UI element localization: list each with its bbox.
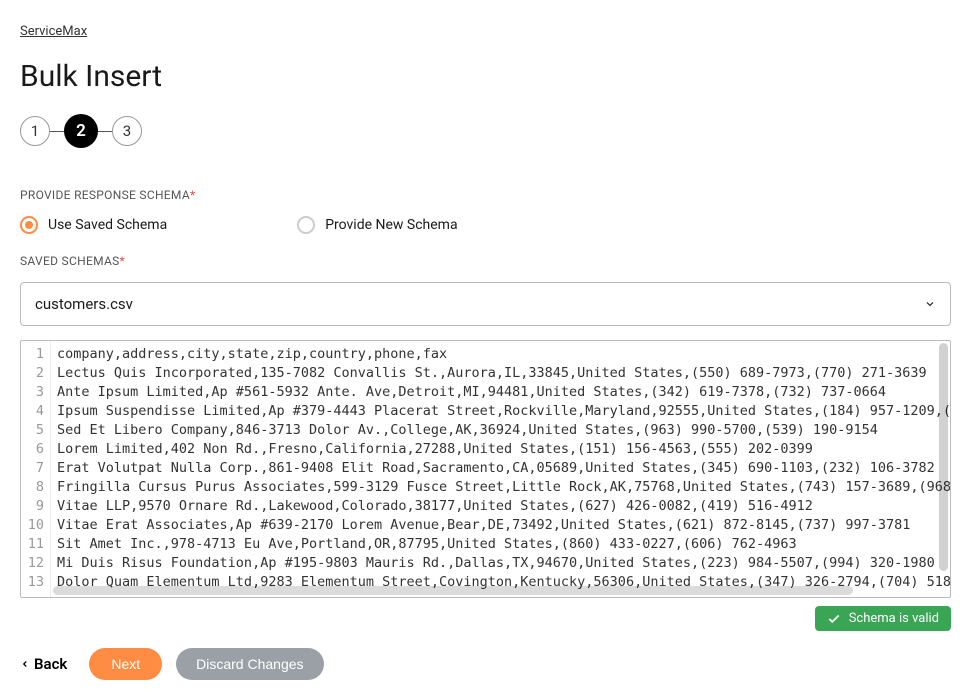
- radio-icon: [297, 216, 315, 234]
- line-number: 10: [25, 516, 44, 535]
- line-number: 6: [25, 440, 44, 459]
- radio-provide-new-schema[interactable]: Provide New Schema: [297, 216, 457, 234]
- editor-code-area[interactable]: company,address,city,state,zip,country,p…: [51, 341, 950, 597]
- code-line: Sed Et Libero Company,846-3713 Dolor Av.…: [57, 421, 944, 440]
- chevron-left-icon: [20, 657, 30, 671]
- code-line: Fringilla Cursus Purus Associates,599-31…: [57, 478, 944, 497]
- line-number: 9: [25, 497, 44, 516]
- step-1[interactable]: 1: [20, 116, 50, 146]
- code-editor[interactable]: 12345678910111213 company,address,city,s…: [20, 340, 951, 598]
- step-2[interactable]: 2: [64, 114, 98, 148]
- line-number: 3: [25, 383, 44, 402]
- select-value: customers.csv: [35, 295, 133, 313]
- saved-schemas-select[interactable]: customers.csv: [20, 282, 951, 326]
- code-line: company,address,city,state,zip,country,p…: [57, 345, 944, 364]
- next-button[interactable]: Next: [89, 648, 162, 680]
- page-title: Bulk Insert: [20, 59, 951, 94]
- saved-schemas-label: SAVED SCHEMAS*: [20, 254, 951, 268]
- line-number: 11: [25, 535, 44, 554]
- footer-actions: Back Next Discard Changes: [20, 648, 951, 680]
- code-line: Vitae Erat Associates,Ap #639-2170 Lorem…: [57, 516, 944, 535]
- required-mark: *: [120, 254, 125, 268]
- step-connector: [50, 131, 64, 132]
- validation-text: Schema is valid: [849, 611, 939, 626]
- required-mark: *: [190, 188, 195, 202]
- radio-label: Use Saved Schema: [48, 217, 167, 233]
- code-line: Lorem Limited,402 Non Rd.,Fresno,Califor…: [57, 440, 944, 459]
- code-line: Lectus Quis Incorporated,135-7082 Conval…: [57, 364, 944, 383]
- line-number: 2: [25, 364, 44, 383]
- line-number: 4: [25, 402, 44, 421]
- breadcrumb-servicemax[interactable]: ServiceMax: [20, 24, 87, 39]
- code-line: Erat Volutpat Nulla Corp.,861-9408 Elit …: [57, 459, 944, 478]
- line-number: 5: [25, 421, 44, 440]
- back-label: Back: [34, 655, 67, 673]
- step-3[interactable]: 3: [112, 116, 142, 146]
- line-number: 13: [25, 573, 44, 592]
- line-number: 1: [25, 345, 44, 364]
- radio-icon: [20, 216, 38, 234]
- step-connector: [98, 131, 112, 132]
- line-number: 8: [25, 478, 44, 497]
- check-icon: [827, 612, 841, 626]
- stepper: 1 2 3: [20, 114, 951, 148]
- chevron-down-icon: [924, 298, 936, 310]
- schema-valid-badge: Schema is valid: [815, 606, 951, 631]
- schema-radio-group: Use Saved Schema Provide New Schema: [20, 216, 951, 234]
- label-text: PROVIDE RESPONSE SCHEMA: [20, 188, 190, 202]
- code-line: Ante Ipsum Limited,Ap #561-5932 Ante. Av…: [57, 383, 944, 402]
- code-line: Ipsum Suspendisse Limited,Ap #379-4443 P…: [57, 402, 944, 421]
- code-line: Vitae LLP,9570 Ornare Rd.,Lakewood,Color…: [57, 497, 944, 516]
- vertical-scrollbar[interactable]: [939, 343, 948, 571]
- horizontal-scrollbar[interactable]: [53, 586, 853, 595]
- code-line: Sit Amet Inc.,978-4713 Eu Ave,Portland,O…: [57, 535, 944, 554]
- line-number: 7: [25, 459, 44, 478]
- radio-label: Provide New Schema: [325, 217, 457, 233]
- back-button[interactable]: Back: [20, 655, 67, 673]
- radio-use-saved-schema[interactable]: Use Saved Schema: [20, 216, 167, 234]
- schema-section-label: PROVIDE RESPONSE SCHEMA*: [20, 188, 951, 202]
- editor-gutter: 12345678910111213: [21, 341, 51, 597]
- discard-changes-button[interactable]: Discard Changes: [176, 648, 323, 680]
- label-text: SAVED SCHEMAS: [20, 254, 120, 268]
- line-number: 12: [25, 554, 44, 573]
- code-line: Mi Duis Risus Foundation,Ap #195-9803 Ma…: [57, 554, 944, 573]
